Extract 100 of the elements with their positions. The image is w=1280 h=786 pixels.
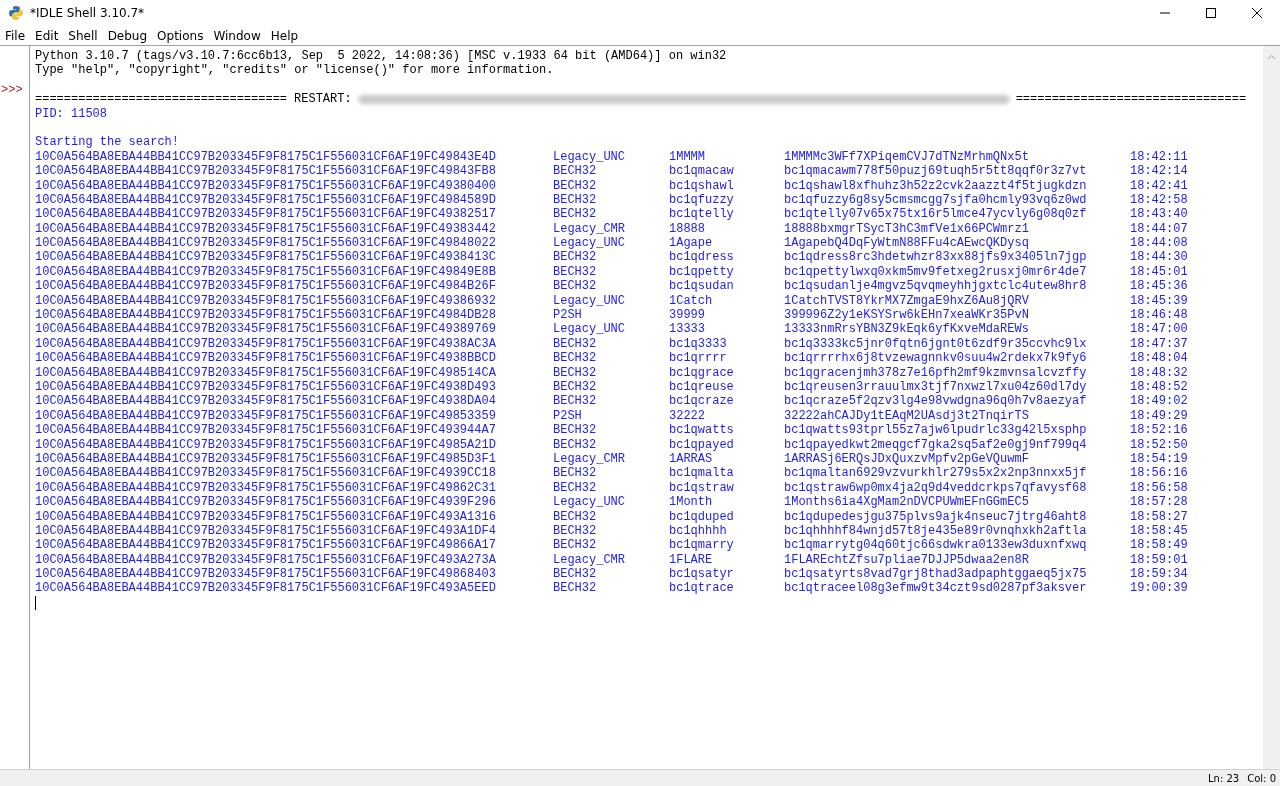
address-type-text: BECH32 [553,365,598,380]
private-key-text: 10C0A564BA8EBA44BB41CC97B203345F9F8175C1F556031CF6AF19FC49843E4D [35,149,497,165]
address-type-text: BECH32 [553,351,598,366]
prefix-text: bc1qdress [669,250,735,265]
private-key-text: 10C0A564BA8EBA44BB41CC97B203345F9F8175C1F556031CF6AF19FC493A1DF4 [35,523,497,539]
time-text: 18:48:04 [1130,351,1188,366]
address-text: 1FLAREchtZfsu7pliae7DJJP5dwaa2en8R [784,552,1030,568]
prefix-text: bc1qrrrr [669,351,728,366]
address-text: 1CatchTVST8YkrMX7ZmgaE9hxZ6Au8jQRV [784,293,1030,309]
private-key-text: 10C0A564BA8EBA44BB41CC97B203345F9F8175C1F556031CF6AF19FC4938AC3A [35,336,497,352]
private-key-text: 10C0A564BA8EBA44BB41CC97B203345F9F8175C1F556031CF6AF19FC4985A21D [35,437,497,452]
time-text: 18:49:02 [1130,394,1188,409]
address-type-text: Legacy_CMR [553,552,626,568]
address-text: bc1qmacawm778f50puzj69tuqh5r5tt8qqf0r3z7vt [784,164,1088,179]
address-text: 1Months6ia4XgMam2nDVCPUWmEFnGGmEC5 [784,495,1030,510]
address-text: bc1qpettylwxq0xkm5mv9fetxeg2rusxj0mr6r4de7 [784,264,1088,280]
address-text: bc1qtelly07v65x75tx16r5lmce47ycvly6g08q0zf [784,207,1088,222]
prefix-text: bc1qmalta [669,466,735,481]
address-text: 32222ahCAJDy1tEAqM2UAsdj3t2TnqirTS [784,408,1030,424]
time-text: 18:44:30 [1130,250,1188,265]
restart-rule: ================================ [1015,92,1247,107]
prefix-text: 1Agape [669,236,714,251]
private-key-text: 10C0A564BA8EBA44BB41CC97B203345F9F8175C1F556031CF6AF19FC4938D493 [35,380,497,395]
prefix-text: bc1qsudan [669,279,735,294]
prefix-text: bc1qfuzzy [669,192,735,208]
menu-item[interactable]: Shell [68,28,98,43]
address-text: bc1qmaltan6929vzvurkhlr279s5x2x2np3nnxx5jf [784,466,1088,481]
column-status: Col: 0 [1247,772,1276,784]
prefix-text: 1FLARE [669,552,714,568]
scrollbar[interactable] [1263,46,1280,769]
address-text: bc1qdupedesjgu375plvs9ajk4nseuc7jtrg46aht8 [784,509,1088,524]
prefix-text: bc1qmarry [669,538,735,553]
address-text: bc1qfuzzy6g8sy5cmsmcgg7sjfa0hcmly93vq6z0wd [784,192,1088,208]
prefix-text: bc1qreuse [669,380,735,395]
time-text: 18:59:01 [1130,552,1188,568]
private-key-text: 10C0A564BA8EBA44BB41CC97B203345F9F8175C1F556031CF6AF19FC49866A17 [35,538,497,553]
address-type-text: BECH32 [553,538,598,553]
pid-line: PID: 11508 [35,106,108,121]
time-text: 18:52:16 [1130,423,1188,438]
prefix-text: 1MMMM [669,149,706,165]
address-type-text: P2SH [553,308,583,323]
address-text: bc1qhhhhf84wnjd57t8je435e89r0vnqhxkh2aftla [784,523,1088,539]
time-text: 18:58:27 [1130,509,1188,524]
maximize-icon[interactable] [1206,8,1216,18]
address-type-text: BECH32 [553,279,598,294]
time-text: 18:46:48 [1130,308,1188,323]
prefix-text: 1ARRAS [669,451,714,467]
private-key-text: 10C0A564BA8EBA44BB41CC97B203345F9F8175C1F556031CF6AF19FC4985D3F1 [35,451,497,467]
address-text: 18888bxmgrTSycT3hC3mfVe1x66PCWmrz1 [784,221,1030,237]
address-type-text: BECH32 [553,581,598,596]
private-key-text: 10C0A564BA8EBA44BB41CC97B203345F9F8175C1F556031CF6AF19FC49853359 [35,408,497,424]
time-text: 18:45:01 [1130,264,1188,280]
time-text: 18:47:00 [1130,322,1188,337]
prefix-text: 39999 [669,308,706,323]
private-key-text: 10C0A564BA8EBA44BB41CC97B203345F9F8175C1F556031CF6AF19FC49849E8B [35,264,497,280]
address-type-text: BECH32 [553,423,598,438]
line-number-status: Ln: 23 [1208,772,1240,784]
prefix-text: bc1qhhhh [669,523,728,539]
prefix-text: bc1qpetty [669,264,735,280]
private-key-text: 10C0A564BA8EBA44BB41CC97B203345F9F8175C1F556031CF6AF19FC49389769 [35,322,497,337]
private-key-text: 10C0A564BA8EBA44BB41CC97B203345F9F8175C1F556031CF6AF19FC4938DA04 [35,394,497,409]
prefix-text: bc1qgrace [669,365,735,380]
menu-item[interactable]: Debug [107,28,148,43]
address-text: bc1qshawl8xfhuhz3h52z2cvk2aazzt4f5tjugkdzn [784,178,1088,193]
python-logo-icon [8,5,24,21]
private-key-text: 10C0A564BA8EBA44BB41CC97B203345F9F8175C1F556031CF6AF19FC49380400 [35,178,497,193]
private-key-text: 10C0A564BA8EBA44BB41CC97B203345F9F8175C1F556031CF6AF19FC4938BBCD [35,351,497,366]
address-text: 13333nmRrsYBN3Z9kEqk6yfKxveMdaREWs [784,322,1030,337]
prefix-text: bc1qstraw [669,480,735,496]
time-text: 18:59:34 [1130,567,1188,582]
address-type-text: BECH32 [553,437,598,452]
shell-prompt: >>> [0,83,23,97]
time-text: 19:00:39 [1130,581,1188,596]
menu-item[interactable]: Window [213,28,261,43]
private-key-text: 10C0A564BA8EBA44BB41CC97B203345F9F8175C1F556031CF6AF19FC4984DB28 [35,308,497,323]
scroll-up-icon[interactable] [1267,54,1276,60]
time-text: 18:52:50 [1130,437,1188,452]
address-text: 1MMMMc3WFf7XPiqemCVJ7dTNzMrhmQNx5t [784,149,1030,165]
menu-item[interactable]: Options [157,28,204,43]
close-icon[interactable] [1252,8,1262,18]
prefix-text: 18888 [669,221,706,237]
address-text: 1AgapebQ4DqFyWtmN88FFu4cAEwcQKDysq [784,236,1030,251]
address-type-text: BECH32 [553,466,598,481]
menu-item[interactable]: File [5,28,26,43]
address-type-text: Legacy_UNC [553,322,626,337]
prefix-text: bc1qcraze [669,394,735,409]
address-text: bc1qrrrrhx6j8tvzewagnnkv0suu4w2rdekx7k9fy6 [784,351,1088,366]
address-text: bc1qpayedkwt2meqgcf7gka2sq5af2e0gj9nf799q4 [784,437,1088,452]
time-text: 18:42:11 [1130,149,1188,165]
prefix-text: 1Catch [669,293,714,309]
menu-item[interactable]: Help [270,28,299,43]
time-text: 18:47:37 [1130,336,1188,352]
menu-item[interactable]: Edit [35,28,59,43]
time-text: 18:44:07 [1130,221,1188,237]
prefix-text: bc1qsatyr [669,567,735,582]
address-type-text: Legacy_UNC [553,149,626,165]
address-type-text: BECH32 [553,207,598,222]
time-text: 18:42:41 [1130,178,1188,193]
time-text: 18:45:39 [1130,293,1188,309]
time-text: 18:42:14 [1130,164,1188,179]
